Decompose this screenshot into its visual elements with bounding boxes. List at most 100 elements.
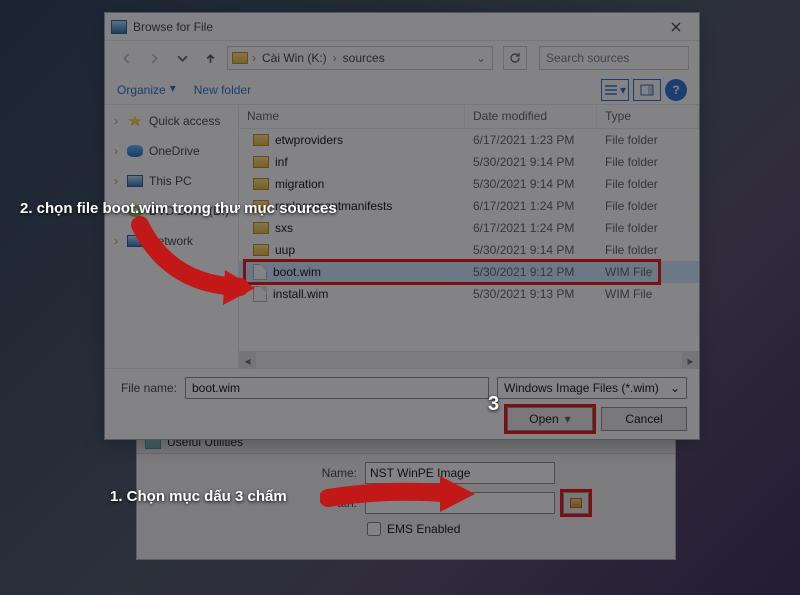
chevron-right-icon: › — [111, 174, 121, 188]
forward-button[interactable] — [143, 47, 165, 69]
chevron-down-icon: ▾ — [565, 412, 571, 426]
star-icon — [127, 115, 143, 127]
folder-icon — [253, 134, 269, 146]
filename-label: File name: — [117, 381, 177, 395]
sidebar-item-disc[interactable]: › DVD Drive (D:) — [107, 201, 236, 221]
file-date: 5/30/2021 9:14 PM — [465, 243, 597, 257]
chevron-right-icon: › — [111, 234, 121, 248]
file-date: 5/30/2021 9:14 PM — [465, 177, 597, 191]
file-row[interactable]: uup 5/30/2021 9:14 PMFile folder — [239, 239, 699, 261]
file-date: 5/30/2021 9:13 PM — [465, 287, 597, 301]
file-type: File folder — [597, 221, 699, 235]
chevron-right-icon: › — [111, 204, 121, 218]
chevron-down-icon: ▾ — [170, 81, 176, 95]
file-name: boot.wim — [273, 265, 321, 279]
net-icon — [127, 235, 143, 247]
toolbar: Organize ▾ New folder ▾ ? — [105, 75, 699, 105]
open-button[interactable]: Open ▾ — [507, 407, 593, 431]
help-button[interactable]: ? — [665, 79, 687, 101]
chevron-right-icon: › — [250, 51, 258, 65]
pc-icon — [127, 175, 143, 187]
cancel-label: Cancel — [625, 412, 662, 426]
filetype-text: Windows Image Files (*.wim) — [504, 381, 659, 395]
organize-menu[interactable]: Organize — [117, 83, 166, 97]
breadcrumb-seg[interactable]: Cài Win (K:) — [260, 51, 329, 65]
file-row[interactable]: boot.wim5/30/2021 9:12 PMWIM File — [239, 261, 699, 283]
col-date[interactable]: Date modified — [465, 105, 597, 128]
file-type: WIM File — [597, 265, 699, 279]
file-row[interactable]: sxs6/17/2021 1:24 PMFile folder — [239, 217, 699, 239]
folder-icon — [253, 178, 269, 190]
file-date: 5/30/2021 9:14 PM — [465, 155, 597, 169]
sidebar-label: Network — [149, 234, 193, 248]
path-browse-button[interactable] — [563, 492, 589, 514]
chevron-down-icon: ▾ — [620, 83, 626, 97]
file-type: File folder — [597, 155, 699, 169]
folder-icon — [570, 498, 582, 508]
preview-pane-button[interactable] — [633, 79, 661, 101]
file-icon — [253, 286, 267, 302]
bg-name-label: Name: — [307, 466, 357, 480]
ems-checkbox[interactable] — [367, 522, 381, 536]
bg-path-label: Path: — [307, 496, 357, 510]
sidebar-label: DVD Drive (D:) — [149, 204, 229, 218]
chevron-down-icon: ⌄ — [670, 381, 680, 395]
file-type: File folder — [597, 133, 699, 147]
up-button[interactable] — [199, 47, 221, 69]
column-headers[interactable]: Name Date modified Type — [239, 105, 699, 129]
file-name: install.wim — [273, 287, 328, 301]
folder-icon — [232, 52, 248, 64]
file-row[interactable]: etwproviders6/17/2021 1:23 PMFile folder — [239, 129, 699, 151]
file-date: 6/17/2021 1:24 PM — [465, 221, 597, 235]
cancel-button[interactable]: Cancel — [601, 407, 687, 431]
file-type: WIM File — [597, 287, 699, 301]
refresh-icon — [509, 52, 521, 64]
newfolder-button[interactable]: New folder — [194, 83, 251, 97]
file-row[interactable]: replacementmanifests6/17/2021 1:24 PMFil… — [239, 195, 699, 217]
background-window: Useful Utilities Name: Path: EMS Enabled — [136, 430, 676, 560]
folder-icon — [253, 200, 269, 212]
col-type[interactable]: Type — [597, 105, 699, 128]
bg-path-input[interactable] — [365, 492, 555, 514]
close-icon — [671, 22, 681, 32]
preview-icon — [640, 84, 654, 96]
scroll-left[interactable]: ◂ — [239, 352, 256, 369]
nav-tree[interactable]: ›Quick access›OneDrive›This PC›DVD Drive… — [105, 105, 239, 368]
file-name: replacementmanifests — [275, 199, 392, 213]
search-input[interactable] — [539, 46, 689, 70]
file-type: File folder — [597, 243, 699, 257]
sidebar-item-net[interactable]: › Network — [107, 231, 236, 251]
title-bar[interactable]: Browse for File — [105, 13, 699, 41]
chevron-right-icon: › — [111, 114, 121, 128]
filename-input[interactable] — [185, 377, 489, 399]
filetype-select[interactable]: Windows Image Files (*.wim) ⌄ — [497, 377, 687, 399]
sidebar-item-cloud[interactable]: ›OneDrive — [107, 141, 236, 161]
sidebar-item-pc[interactable]: ›This PC — [107, 171, 236, 191]
back-button[interactable] — [115, 47, 137, 69]
close-button[interactable] — [659, 16, 693, 38]
file-type: File folder — [597, 177, 699, 191]
folder-icon — [253, 244, 269, 256]
chevron-down-icon[interactable]: ⌄ — [474, 51, 488, 65]
h-scrollbar[interactable]: ◂ ▸ — [239, 351, 699, 368]
file-row[interactable]: install.wim 5/30/2021 9:13 PMWIM File — [239, 283, 699, 305]
file-name: uup — [275, 243, 295, 257]
address-bar[interactable]: › Cài Win (K:) › sources ⌄ — [227, 46, 493, 70]
ems-label: EMS Enabled — [387, 522, 460, 536]
sidebar-item-star[interactable]: › Quick access — [107, 111, 236, 131]
breadcrumb-seg[interactable]: sources — [341, 51, 387, 65]
sidebar-label: OneDrive — [149, 144, 200, 158]
view-options-button[interactable]: ▾ — [601, 79, 629, 101]
refresh-button[interactable] — [503, 46, 527, 70]
file-row[interactable]: migration5/30/2021 9:14 PMFile folder — [239, 173, 699, 195]
file-row[interactable]: inf5/30/2021 9:14 PMFile folder — [239, 151, 699, 173]
file-rows[interactable]: etwproviders6/17/2021 1:23 PMFile folder… — [239, 129, 699, 351]
recent-button[interactable] — [171, 47, 193, 69]
bg-name-input[interactable] — [365, 462, 555, 484]
sidebar-label: Quick access — [149, 114, 220, 128]
disc-icon — [127, 205, 143, 217]
file-list-pane: Name Date modified Type etwproviders6/17… — [239, 105, 699, 368]
col-name[interactable]: Name — [239, 105, 465, 128]
scroll-right[interactable]: ▸ — [682, 352, 699, 369]
list-icon — [604, 84, 618, 96]
